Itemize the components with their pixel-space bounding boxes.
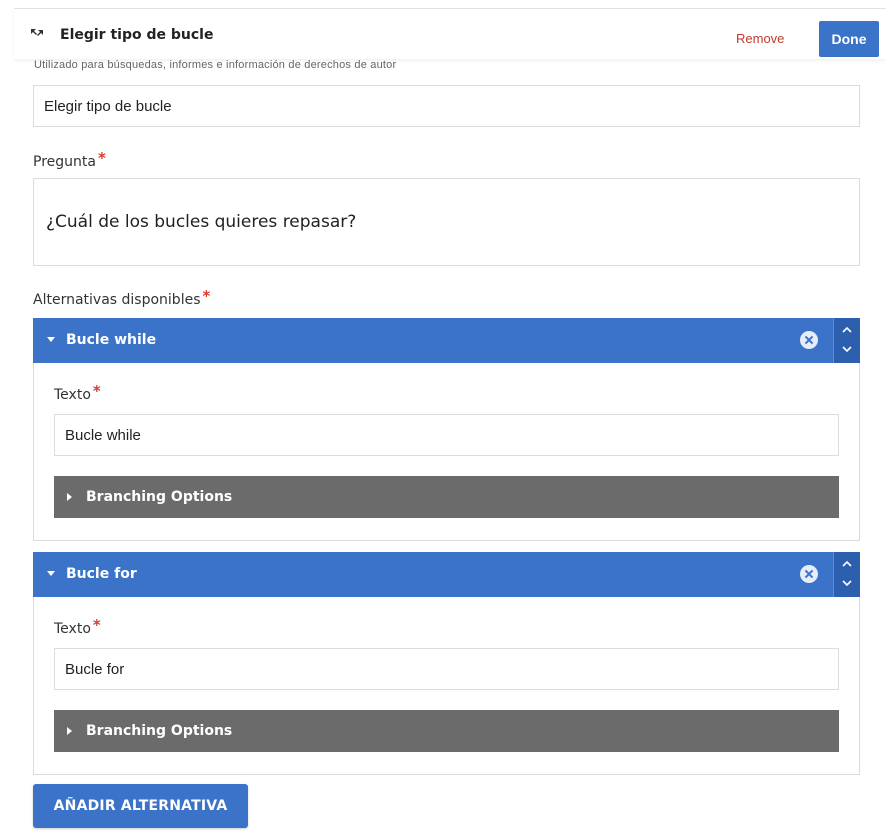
alternative-title: Bucle while xyxy=(66,332,157,348)
alternative-title: Bucle for xyxy=(66,566,137,582)
done-button[interactable]: Done xyxy=(819,21,879,57)
reorder-controls xyxy=(833,318,860,363)
alternatives-label: Alternativas disponibles xyxy=(33,292,201,308)
add-alternative-button[interactable]: AÑADIR ALTERNATIVA xyxy=(33,784,248,828)
required-mark: * xyxy=(202,287,211,305)
branching-options-label: Branching Options xyxy=(86,723,233,739)
branching-options-toggle[interactable]: Branching Options xyxy=(54,476,839,518)
remove-alternative-icon[interactable] xyxy=(800,331,818,349)
caret-down-icon[interactable] xyxy=(47,337,55,342)
required-mark: * xyxy=(92,382,101,400)
caret-right-icon xyxy=(67,493,72,501)
caret-down-icon[interactable] xyxy=(47,571,55,576)
alternative-body: Texto* Branching Options xyxy=(34,363,859,540)
header-title: Elegir tipo de bucle xyxy=(60,27,214,43)
reorder-controls xyxy=(833,552,860,597)
chevron-down-icon[interactable] xyxy=(842,342,852,356)
remove-alternative-icon[interactable] xyxy=(800,565,818,583)
remove-button[interactable]: Remove xyxy=(736,31,784,46)
alternative-item-bucle-for: Bucle for Texto* Branching Options xyxy=(33,552,860,775)
editor-page: Elegir tipo de bucle Remove Done Utiliza… xyxy=(0,0,886,839)
alternative-header[interactable]: Bucle for xyxy=(33,552,860,597)
alternative-body: Texto* Branching Options xyxy=(34,597,859,774)
question-input[interactable]: ¿Cuál de los bucles quieres repasar? xyxy=(33,178,860,266)
alternative-text-input[interactable] xyxy=(54,414,839,456)
branching-options-label: Branching Options xyxy=(86,489,233,505)
alternative-header[interactable]: Bucle while xyxy=(33,318,860,363)
question-label: Pregunta xyxy=(33,154,96,170)
alternatives-label-wrapper: Alternativas disponibles * xyxy=(33,287,211,308)
chevron-up-icon[interactable] xyxy=(842,323,852,337)
branching-options-toggle[interactable]: Branching Options xyxy=(54,710,839,752)
caret-right-icon xyxy=(67,727,72,735)
collapse-arrows-icon[interactable] xyxy=(29,26,45,42)
text-label-wrapper: Texto * xyxy=(54,382,101,403)
required-mark: * xyxy=(92,616,101,634)
chevron-down-icon[interactable] xyxy=(842,576,852,590)
text-label: Texto xyxy=(54,621,91,637)
text-label: Texto xyxy=(54,387,91,403)
question-label-wrapper: Pregunta * xyxy=(33,149,106,170)
metadata-title-input[interactable] xyxy=(33,85,860,127)
alternative-text-input[interactable] xyxy=(54,648,839,690)
text-label-wrapper: Texto * xyxy=(54,616,101,637)
required-mark: * xyxy=(97,149,106,167)
alternative-item-bucle-while: Bucle while Texto* Branching Options xyxy=(33,318,860,541)
editor-header: Elegir tipo de bucle Remove Done xyxy=(14,8,886,59)
chevron-up-icon[interactable] xyxy=(842,557,852,571)
metadata-description: Utilizado para búsquedas, informes e inf… xyxy=(34,59,397,71)
